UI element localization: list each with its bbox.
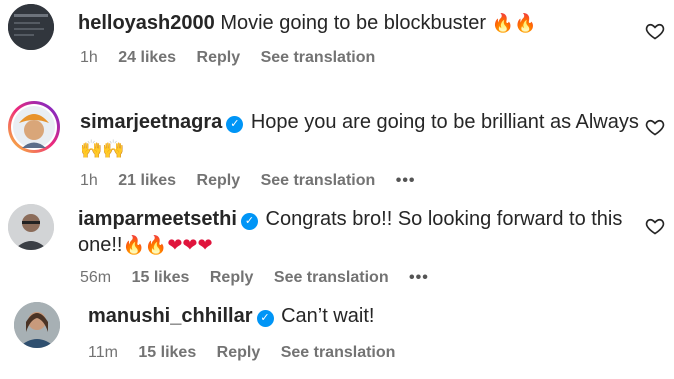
- comment-time: 11m: [88, 344, 118, 361]
- verified-badge-icon: ✓: [240, 213, 258, 230]
- comment-text-continued: one!!: [78, 234, 123, 256]
- likes-count[interactable]: 15 likes: [138, 344, 196, 361]
- comment-meta: 1h 21 likes Reply See translation •••: [80, 171, 432, 191]
- red-heart-emoji: ❤❤❤: [167, 235, 213, 256]
- see-translation-button[interactable]: See translation: [274, 269, 389, 286]
- heart-outline-icon[interactable]: [645, 117, 665, 137]
- avatar-image: [11, 104, 57, 150]
- comment-time: 1h: [80, 49, 98, 66]
- heart-outline-icon[interactable]: [645, 21, 665, 41]
- comment-text: Congrats bro!! So looking forward to thi…: [265, 208, 623, 230]
- comment-body: manushi_chhillar ✓ Can’t wait!: [88, 303, 374, 329]
- heart-outline-icon[interactable]: [645, 216, 665, 236]
- reply-button[interactable]: Reply: [197, 49, 241, 66]
- comment-text: Hope you are going to be brilliant as Al…: [250, 111, 639, 133]
- verified-badge-icon: ✓: [256, 310, 274, 327]
- comment-time: 56m: [80, 269, 112, 286]
- see-translation-button[interactable]: See translation: [261, 172, 376, 189]
- reply-button[interactable]: Reply: [217, 344, 261, 361]
- comment-meta: 11m 15 likes Reply See translation: [88, 343, 411, 363]
- reply-button[interactable]: Reply: [210, 269, 254, 286]
- comment-time: 1h: [80, 172, 98, 189]
- username[interactable]: manushi_chhillar: [88, 305, 253, 327]
- comment-meta: 56m 15 likes Reply See translation •••: [80, 268, 445, 288]
- raising-hands-emoji: 🙌🙌: [80, 139, 125, 160]
- username[interactable]: iamparmeetsethi: [78, 208, 237, 230]
- comment-meta: 1h 24 likes Reply See translation: [80, 48, 391, 68]
- see-translation-button[interactable]: See translation: [261, 49, 376, 66]
- more-options-icon[interactable]: •••: [409, 269, 429, 286]
- avatar[interactable]: [8, 4, 54, 50]
- reply-button[interactable]: Reply: [197, 172, 241, 189]
- avatar[interactable]: [8, 101, 60, 153]
- avatar-image: [8, 204, 54, 250]
- see-translation-button[interactable]: See translation: [281, 344, 396, 361]
- comment-body-line2: 🙌🙌: [80, 136, 125, 163]
- comment-body: simarjeetnagra ✓ Hope you are going to be…: [80, 109, 639, 135]
- fire-emoji: 🔥🔥: [491, 13, 537, 34]
- comment-body: iamparmeetsethi ✓ Congrats bro!! So looki…: [78, 206, 622, 232]
- avatar[interactable]: [14, 302, 60, 348]
- comment-text: Can’t wait!: [281, 305, 375, 327]
- comment-body-line2: one!!🔥🔥❤❤❤: [78, 232, 213, 259]
- more-options-icon[interactable]: •••: [396, 172, 416, 189]
- avatar-image: [8, 4, 54, 50]
- likes-count[interactable]: 21 likes: [118, 172, 176, 189]
- verified-badge-icon: ✓: [226, 116, 244, 133]
- avatar-image: [14, 302, 60, 348]
- avatar[interactable]: [8, 204, 54, 250]
- comment-text: Movie going to be blockbuster: [220, 12, 487, 34]
- username[interactable]: helloyash2000: [78, 12, 215, 34]
- comment-body: helloyash2000 Movie going to be blockbus…: [78, 10, 536, 37]
- likes-count[interactable]: 24 likes: [118, 49, 176, 66]
- likes-count[interactable]: 15 likes: [132, 269, 190, 286]
- fire-emoji: 🔥🔥: [122, 235, 168, 256]
- username[interactable]: simarjeetnagra: [80, 111, 222, 133]
